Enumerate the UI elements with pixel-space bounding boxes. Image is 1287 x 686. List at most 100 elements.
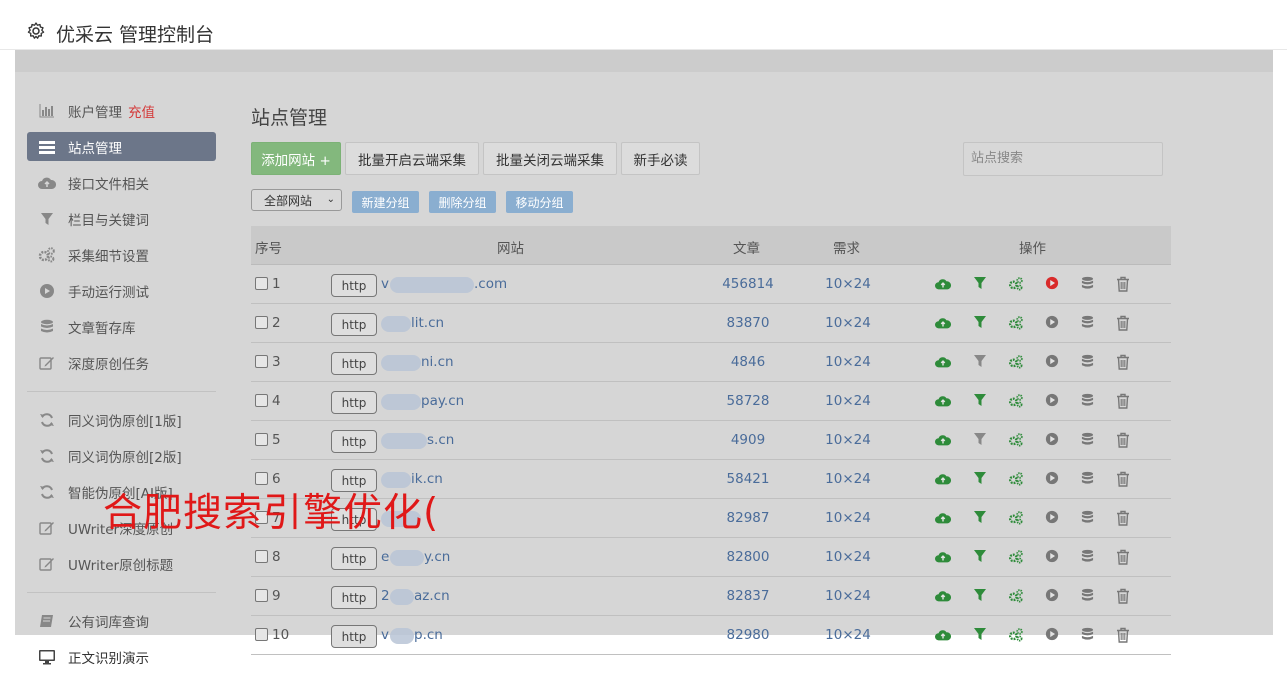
article-count[interactable]: 82980 — [721, 627, 775, 643]
batch-enable-cloud-button[interactable]: 批量开启云端采集 — [345, 142, 479, 175]
play-circle-icon[interactable] — [1045, 315, 1061, 331]
gears-icon[interactable] — [1008, 354, 1024, 370]
demand-value[interactable]: 10×24 — [821, 276, 875, 292]
filter-icon[interactable] — [973, 588, 989, 604]
trash-icon[interactable] — [1116, 549, 1132, 565]
database-icon[interactable] — [1081, 393, 1097, 409]
filter-icon[interactable] — [973, 276, 989, 292]
trash-icon[interactable] — [1116, 471, 1132, 487]
gears-icon[interactable] — [1008, 471, 1024, 487]
play-circle-icon[interactable] — [1045, 432, 1061, 448]
http-protocol-button[interactable]: http — [331, 586, 377, 609]
sidebar-item-sites[interactable]: 站点管理 — [27, 132, 216, 161]
trash-icon[interactable] — [1116, 354, 1132, 370]
article-count[interactable]: 58421 — [721, 471, 775, 487]
row-checkbox[interactable] — [255, 589, 268, 602]
cloud-upload-icon[interactable] — [935, 315, 952, 331]
article-count[interactable]: 82987 — [721, 510, 775, 526]
filter-icon[interactable] — [973, 627, 989, 643]
play-circle-icon[interactable] — [1045, 549, 1061, 565]
play-circle-icon[interactable] — [1045, 510, 1061, 526]
gears-icon[interactable] — [1008, 315, 1024, 331]
filter-icon[interactable] — [973, 510, 989, 526]
site-domain-prefix[interactable]: 2 — [381, 588, 390, 604]
sidebar-item-text-recognition[interactable]: 正文识别演示 — [27, 642, 216, 671]
gears-icon[interactable] — [1008, 588, 1024, 604]
sidebar-item-collect-settings[interactable]: 采集细节设置 — [27, 240, 216, 269]
row-checkbox[interactable] — [255, 433, 268, 446]
add-site-button[interactable]: 添加网站 + — [251, 142, 341, 175]
demand-value[interactable]: 10×24 — [821, 354, 875, 370]
play-circle-icon[interactable] — [1045, 354, 1061, 370]
sidebar-item-manual-test[interactable]: 手动运行测试 — [27, 276, 216, 305]
article-count[interactable]: 83870 — [721, 315, 775, 331]
trash-icon[interactable] — [1116, 510, 1132, 526]
site-domain-suffix[interactable]: pay.cn — [421, 393, 464, 409]
recharge-link[interactable]: 充值 — [128, 101, 155, 121]
demand-value[interactable]: 10×24 — [821, 510, 875, 526]
cloud-upload-icon[interactable] — [935, 588, 952, 604]
cloud-upload-icon[interactable] — [935, 276, 952, 292]
site-domain-suffix[interactable]: p.cn — [414, 627, 443, 643]
site-domain-suffix[interactable]: y.cn — [424, 549, 450, 565]
gears-icon[interactable] — [1008, 549, 1024, 565]
database-icon[interactable] — [1081, 510, 1097, 526]
move-group-button[interactable]: 移动分组 — [506, 191, 573, 213]
site-domain-prefix[interactable]: e — [381, 549, 389, 565]
database-icon[interactable] — [1081, 588, 1097, 604]
sidebar-item-deep-original[interactable]: 深度原创任务 — [27, 348, 216, 377]
trash-icon[interactable] — [1116, 276, 1132, 292]
http-protocol-button[interactable]: http — [331, 547, 377, 570]
cloud-upload-icon[interactable] — [935, 393, 952, 409]
play-circle-icon[interactable] — [1045, 471, 1061, 487]
demand-value[interactable]: 10×24 — [821, 588, 875, 604]
trash-icon[interactable] — [1116, 627, 1132, 643]
database-icon[interactable] — [1081, 276, 1097, 292]
row-checkbox[interactable] — [255, 628, 268, 641]
filter-icon[interactable] — [973, 432, 989, 448]
cloud-upload-icon[interactable] — [935, 432, 952, 448]
database-icon[interactable] — [1081, 627, 1097, 643]
site-domain-suffix[interactable]: .com — [474, 276, 507, 292]
demand-value[interactable]: 10×24 — [821, 432, 875, 448]
filter-icon[interactable] — [973, 471, 989, 487]
gears-icon[interactable] — [1008, 510, 1024, 526]
trash-icon[interactable] — [1116, 432, 1132, 448]
demand-value[interactable]: 10×24 — [821, 627, 875, 643]
article-count[interactable]: 82837 — [721, 588, 775, 604]
http-protocol-button[interactable]: http — [331, 274, 377, 297]
gears-icon[interactable] — [1008, 276, 1024, 292]
http-protocol-button[interactable]: http — [331, 352, 377, 375]
trash-icon[interactable] — [1116, 588, 1132, 604]
site-domain-prefix[interactable]: v — [381, 627, 389, 643]
site-domain-suffix[interactable]: s.cn — [427, 432, 454, 448]
article-count[interactable]: 456814 — [721, 276, 775, 292]
demand-value[interactable]: 10×24 — [821, 315, 875, 331]
gears-icon[interactable] — [1008, 627, 1024, 643]
article-count[interactable]: 4846 — [721, 354, 775, 370]
filter-icon[interactable] — [973, 549, 989, 565]
filter-icon[interactable] — [973, 315, 989, 331]
trash-icon[interactable] — [1116, 393, 1132, 409]
sidebar-item-article-storage[interactable]: 文章暂存库 — [27, 312, 216, 341]
http-protocol-button[interactable]: http — [331, 391, 377, 414]
demand-value[interactable]: 10×24 — [821, 549, 875, 565]
sidebar-item-uwriter-title[interactable]: UWriter原创标题 — [27, 549, 216, 578]
row-checkbox[interactable] — [255, 550, 268, 563]
site-domain-suffix[interactable]: lit.cn — [411, 315, 444, 331]
http-protocol-button[interactable]: http — [331, 313, 377, 336]
gears-icon[interactable] — [1008, 432, 1024, 448]
demand-value[interactable]: 10×24 — [821, 471, 875, 487]
gears-icon[interactable] — [1008, 393, 1024, 409]
delete-group-button[interactable]: 删除分组 — [429, 191, 496, 213]
sidebar-item-interface-files[interactable]: 接口文件相关 — [27, 168, 216, 197]
cloud-upload-icon[interactable] — [935, 354, 952, 370]
database-icon[interactable] — [1081, 315, 1097, 331]
database-icon[interactable] — [1081, 549, 1097, 565]
new-group-button[interactable]: 新建分组 — [352, 191, 419, 213]
site-domain-prefix[interactable]: v — [381, 276, 389, 292]
row-checkbox[interactable] — [255, 394, 268, 407]
article-count[interactable]: 4909 — [721, 432, 775, 448]
sidebar-item-synonym-v2[interactable]: 同义词伪原创[2版] — [27, 441, 216, 470]
article-count[interactable]: 82800 — [721, 549, 775, 565]
